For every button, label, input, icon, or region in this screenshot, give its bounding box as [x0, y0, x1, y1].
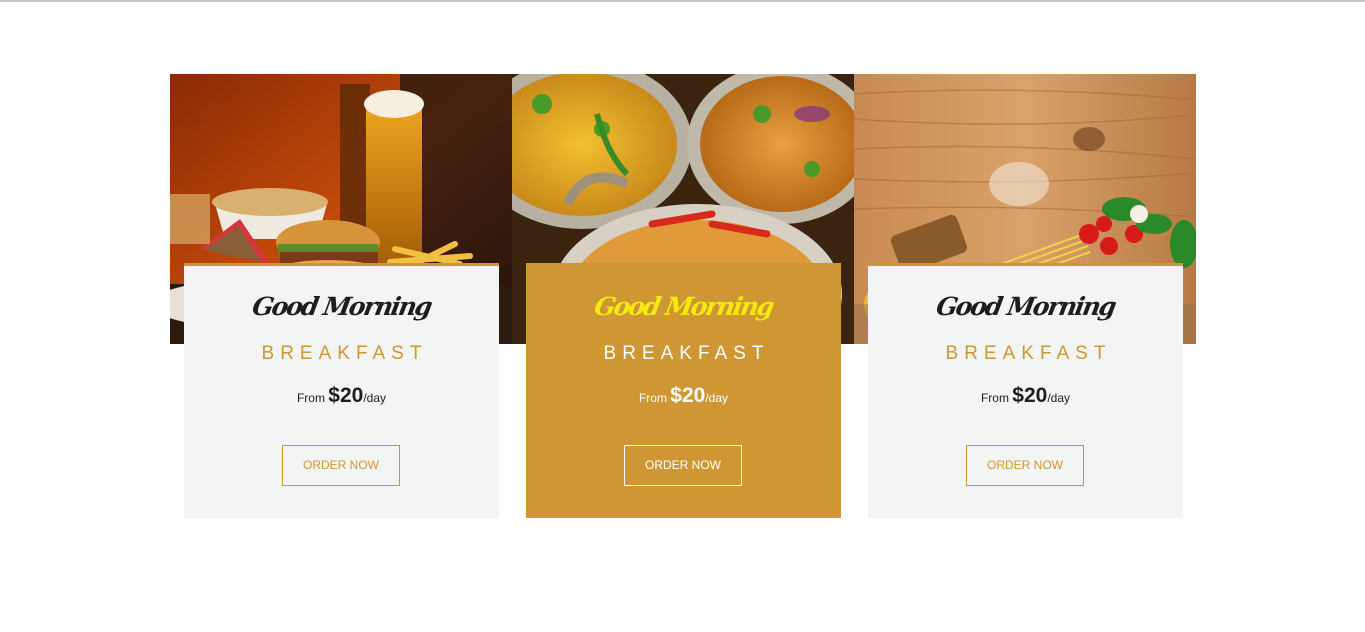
menu-card-1: Good Morning BREAKFAST From $20/day ORDE… [170, 74, 512, 518]
card-title: BREAKFAST [261, 343, 428, 364]
menu-card-2: Good Morning BREAKFAST From $20/day ORDE… [512, 74, 854, 518]
price-text: From $20/day [526, 384, 841, 408]
card-panel: Good Morning BREAKFAST From $20/day ORDE… [868, 263, 1183, 518]
price-prefix: From [296, 391, 325, 405]
price-text: From $20/day [868, 384, 1183, 408]
price-amount: $20 [670, 384, 706, 407]
menu-card-3: Good Morning BREAKFAST From $20/day ORDE… [854, 74, 1196, 518]
order-now-button[interactable]: ORDER NOW [966, 445, 1084, 486]
price-unit: /day [705, 391, 729, 405]
price-unit: /day [1047, 391, 1071, 405]
card-title: BREAKFAST [603, 343, 770, 364]
price-text: From $20/day [184, 384, 499, 408]
greeting-text: Good Morning [934, 292, 1117, 321]
price-unit: /day [363, 391, 387, 405]
price-prefix: From [980, 391, 1009, 405]
card-panel-featured: Good Morning BREAKFAST From $20/day ORDE… [526, 263, 841, 518]
card-title: BREAKFAST [945, 343, 1112, 364]
order-now-button[interactable]: ORDER NOW [624, 445, 742, 486]
price-amount: $20 [328, 384, 364, 407]
price-amount: $20 [1012, 384, 1048, 407]
greeting-text: Good Morning [250, 292, 433, 321]
greeting-text: Good Morning [592, 292, 775, 321]
card-panel: Good Morning BREAKFAST From $20/day ORDE… [184, 263, 499, 518]
top-divider [0, 0, 1365, 2]
price-prefix: From [638, 391, 667, 405]
order-now-button[interactable]: ORDER NOW [282, 445, 400, 486]
